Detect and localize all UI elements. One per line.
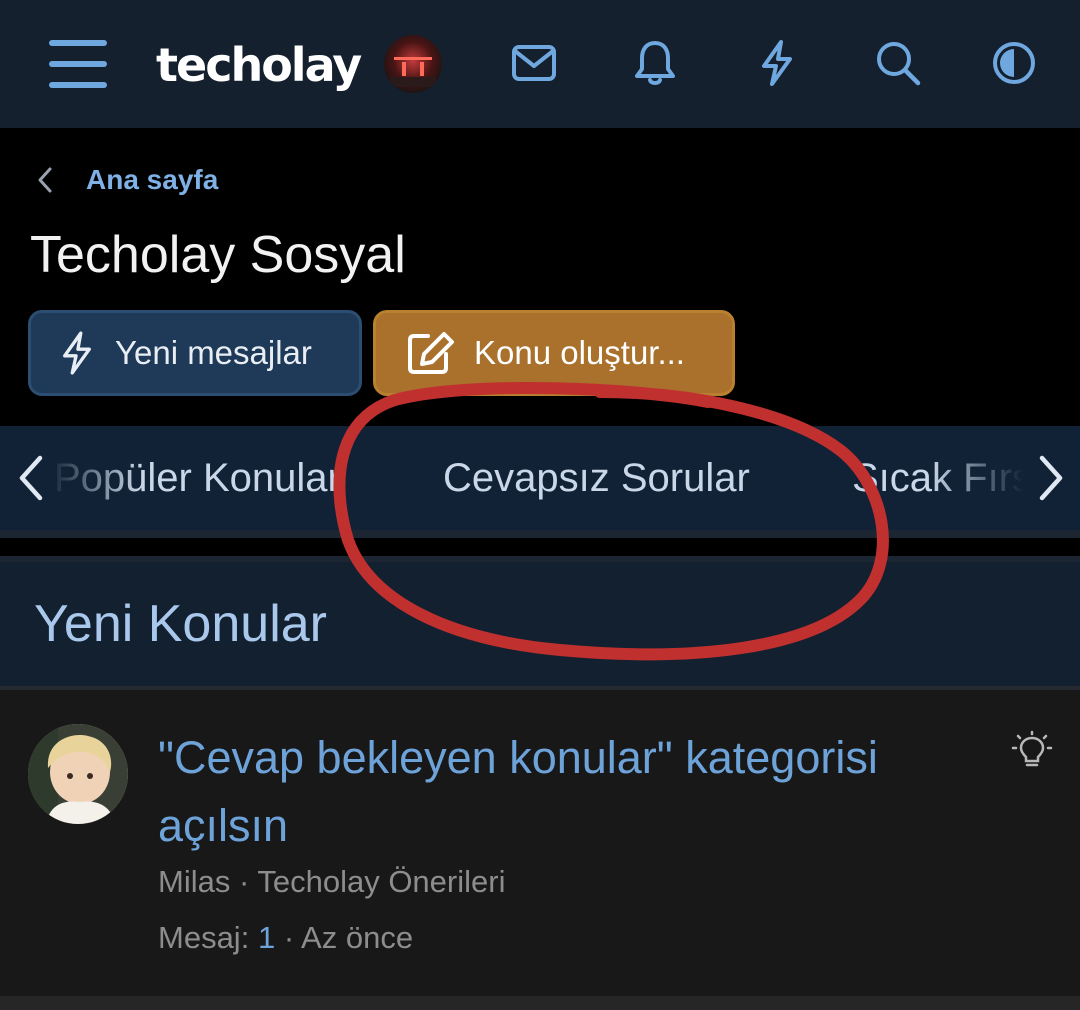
search-icon[interactable] [874,38,922,88]
top-navigation-bar: techolay [0,0,1080,128]
create-topic-button[interactable]: Konu oluştur... [373,310,735,396]
bolt-icon[interactable] [756,38,798,88]
replies-count[interactable]: 1 [258,920,275,955]
section-header: Yeni Konular [0,562,1080,686]
meta-separator: · [238,864,250,899]
thread-list-item: "Cevap bekleyen konular" kategorisi açıl… [0,690,1080,996]
new-messages-button[interactable]: Yeni mesajlar [28,310,362,396]
bell-icon[interactable] [632,38,678,88]
divider [0,530,1080,538]
thread-author-avatar[interactable] [28,724,128,824]
breadcrumb-home-link[interactable]: Ana sayfa [86,164,218,196]
bolt-icon [63,331,91,375]
new-messages-label: Yeni mesajlar [115,334,312,371]
divider [0,996,1080,1010]
chevron-left-icon [38,167,52,193]
thread-title-link[interactable]: "Cevap bekleyen konular" kategorisi açıl… [158,724,988,860]
site-logo[interactable]: techolay [156,40,362,90]
chevron-right-icon[interactable] [1024,452,1076,504]
user-avatar[interactable] [384,35,442,93]
page-title: Techolay Sosyal [30,226,406,284]
breadcrumb[interactable]: Ana sayfa [34,160,218,200]
section-title: Yeni Konular [34,595,327,653]
thread-time: Az önce [301,920,414,955]
thread-forum-link[interactable]: Techolay Önerileri [257,864,505,899]
tab-strip: Popüler Konular Cevapsız Sorular Sıcak F… [0,426,1080,530]
tab-unanswered-questions[interactable]: Cevapsız Sorular [443,426,750,530]
thread-author-link[interactable]: Milas [158,864,230,899]
replies-label: Mesaj: [158,920,250,955]
menu-icon[interactable] [46,36,110,92]
create-topic-label: Konu oluştur... [474,334,685,371]
thread-meta-line: Milas · Techolay Önerileri [158,862,505,902]
chevron-left-icon[interactable] [6,452,58,504]
edit-icon [408,332,454,374]
lightbulb-icon [1011,730,1053,767]
meta-separator: · [283,920,295,955]
contrast-icon[interactable] [990,38,1038,88]
mail-icon[interactable] [510,40,558,86]
thread-stats-line: Mesaj: 1 · Az önce [158,918,413,958]
